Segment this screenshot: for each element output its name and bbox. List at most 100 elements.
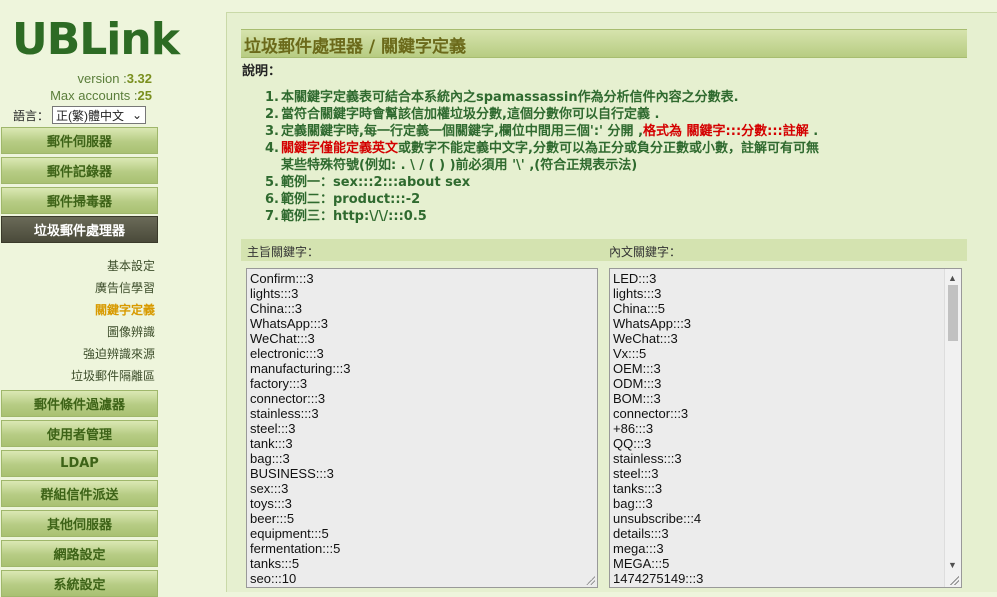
- scrollbar[interactable]: ▲ ▼: [944, 269, 961, 587]
- description-item: 5. 範例一：sex:::2:::about sex: [265, 174, 965, 191]
- keyword-line: LED:::3: [613, 271, 657, 286]
- body-keywords-label: 內文關鍵字：: [609, 245, 682, 259]
- keyword-line: steel:::3: [613, 466, 659, 481]
- body-keywords-textarea[interactable]: LED:::3 lights:::3 China:::5 WhatsApp:::3 We…: [609, 268, 962, 588]
- nav-label: 網路設定: [53, 548, 106, 563]
- chevron-down-icon: ⌄: [131, 108, 143, 122]
- keyword-line: stainless:::3: [613, 451, 682, 466]
- nav-label: 群組信件派送: [40, 488, 119, 503]
- subject-keyword-lines: Confirm:::3 lights:::3 China:::3 WhatsApp::…: [250, 271, 594, 586]
- subnav-spam-quarantine[interactable]: 垃圾郵件隔離區: [71, 367, 155, 384]
- nav-mail-server[interactable]: 郵件伺服器: [1, 127, 158, 154]
- keyword-line: OEM:::3: [613, 361, 661, 376]
- subject-keywords-label: 主旨關鍵字：: [247, 245, 320, 259]
- logo: UBLink: [12, 14, 180, 65]
- keyword-line: sex:::3: [250, 481, 289, 496]
- item-number: 1.: [265, 90, 279, 105]
- keyword-line: seo:::10: [250, 571, 297, 586]
- keyword-line: tanks:::3: [613, 481, 663, 496]
- language-row: 語言： 正(繁)體中文 ⌄: [13, 106, 147, 124]
- nav-group-dispatch[interactable]: 群組信件派送: [1, 480, 158, 507]
- nav-ldap[interactable]: LDAP: [1, 450, 158, 477]
- keyword-line: tank:::3: [250, 436, 293, 451]
- max-accounts-info: Max accounts :25: [50, 88, 152, 103]
- item-number: 2.: [265, 107, 279, 122]
- main-panel: 垃圾郵件處理器 / 關鍵字定義 說明： 1. 本關鍵字定義表可結合本系統內之spa…: [226, 12, 997, 592]
- item-highlight: 關鍵字僅能定義英文: [281, 141, 399, 156]
- nav-virus-scanner[interactable]: 郵件掃毒器: [1, 187, 158, 214]
- keyword-line: factory:::3: [250, 376, 308, 391]
- nav-user-management[interactable]: 使用者管理: [1, 420, 158, 447]
- keyword-header: 主旨關鍵字： 內文關鍵字：: [241, 239, 967, 261]
- keyword-line: electronic:::3: [250, 346, 324, 361]
- description-item: 3. 定義關鍵字時,每一行定義一個關鍵字,欄位中間用三個':' 分開 ,格式為 關…: [265, 123, 965, 140]
- nav-label: 系統設定: [53, 578, 106, 593]
- max-accounts-label: Max accounts :: [50, 88, 138, 103]
- keyword-line: lights:::3: [250, 286, 299, 301]
- nav-spam-handler[interactable]: 垃圾郵件處理器: [1, 216, 158, 243]
- keyword-line: 1474275149:::3: [613, 571, 704, 586]
- nav-label: 郵件記錄器: [46, 165, 112, 180]
- keyword-line: bag:::3: [613, 496, 653, 511]
- description-item: 6. 範例二：product:::-2: [265, 191, 965, 208]
- item-text: 或數字不能定義中文字,分數可以為正分或負分正數或小數，註解可有可無: [398, 141, 819, 156]
- description-list: 1. 本關鍵字定義表可結合本系統內之spamassassin作為分析信件內容之分數…: [265, 89, 965, 225]
- subnav-keyword-definition[interactable]: 關鍵字定義: [95, 301, 155, 318]
- language-select[interactable]: 正(繁)體中文 ⌄: [52, 106, 147, 124]
- keyword-line: unsubscribe:::4: [613, 511, 702, 526]
- subnav-image-recognition[interactable]: 圖像辨識: [107, 323, 155, 340]
- keyword-line: BUSINESS:::3: [250, 466, 334, 481]
- nav-label: 郵件伺服器: [46, 135, 112, 150]
- item-number: [265, 157, 281, 174]
- nav-other-servers[interactable]: 其他伺服器: [1, 510, 158, 537]
- nav-label: 使用者管理: [46, 428, 112, 443]
- subject-keywords-textarea[interactable]: Confirm:::3 lights:::3 China:::3 WhatsApp::…: [246, 268, 598, 588]
- keyword-line: +86:::3: [613, 421, 654, 436]
- item-number: 4.: [265, 141, 279, 156]
- keyword-line: mega:::3: [613, 541, 664, 556]
- item-number: 5.: [265, 175, 279, 190]
- keyword-line: connector:::3: [613, 406, 689, 421]
- item-highlight: 格式為 關鍵字:::分數:::註解: [643, 124, 809, 139]
- keyword-line: WeChat:::3: [613, 331, 678, 346]
- version-label: version :: [77, 71, 127, 86]
- keyword-line: China:::5: [613, 301, 666, 316]
- nav-mail-logger[interactable]: 郵件記錄器: [1, 157, 158, 184]
- title-bar: 垃圾郵件處理器 / 關鍵字定義: [241, 29, 967, 58]
- item-number: 6.: [265, 192, 279, 207]
- resize-grip-icon[interactable]: [585, 575, 595, 585]
- item-text: 範例三：http:\/\/:::0.5: [281, 209, 427, 224]
- item-number: 7.: [265, 209, 279, 224]
- keyword-line: China:::3: [250, 301, 303, 316]
- keyword-line: connector:::3: [250, 391, 326, 406]
- scrollbar-thumb[interactable]: [948, 285, 958, 341]
- item-tail: .: [808, 124, 819, 139]
- scroll-down-icon[interactable]: ▼: [948, 558, 957, 573]
- item-text: 當符合關鍵字時會幫該信加權垃圾分數,這個分數你可以自行定義 .: [281, 107, 660, 122]
- nav-mail-filter[interactable]: 郵件條件過濾器: [1, 390, 158, 417]
- keyword-line: toys:::3: [250, 496, 292, 511]
- keyword-line: manufacturing:::3: [250, 361, 351, 376]
- keyword-line: WhatsApp:::3: [613, 316, 692, 331]
- keyword-line: stainless:::3: [250, 406, 319, 421]
- item-text: 範例二：product:::-2: [281, 192, 421, 207]
- keyword-line: BOM:::3: [613, 391, 661, 406]
- description-item: 1. 本關鍵字定義表可結合本系統內之spamassassin作為分析信件內容之分數…: [265, 89, 965, 106]
- subnav-basic-settings[interactable]: 基本設定: [107, 257, 155, 274]
- version-value: 3.32: [126, 71, 152, 86]
- nav-network-settings[interactable]: 網路設定: [1, 540, 158, 567]
- scroll-up-icon[interactable]: ▲: [948, 271, 957, 286]
- keyword-line: steel:::3: [250, 421, 296, 436]
- keyword-line: beer:::5: [250, 511, 295, 526]
- keyword-line: Confirm:::3: [250, 271, 314, 286]
- keyword-line: tanks:::5: [250, 556, 300, 571]
- keyword-line: MEGA:::5: [613, 556, 670, 571]
- page-title: 垃圾郵件處理器 / 關鍵字定義: [244, 37, 467, 57]
- nav-label: 其他伺服器: [46, 518, 112, 533]
- nav-label: 郵件條件過濾器: [33, 398, 125, 413]
- resize-grip-icon[interactable]: [949, 575, 959, 585]
- subnav-forced-source[interactable]: 強迫辨識來源: [83, 345, 155, 362]
- subnav-ad-learning[interactable]: 廣告信學習: [95, 279, 155, 296]
- nav-system-settings[interactable]: 系統設定: [1, 570, 158, 597]
- item-text: 範例一：sex:::2:::about sex: [281, 175, 471, 190]
